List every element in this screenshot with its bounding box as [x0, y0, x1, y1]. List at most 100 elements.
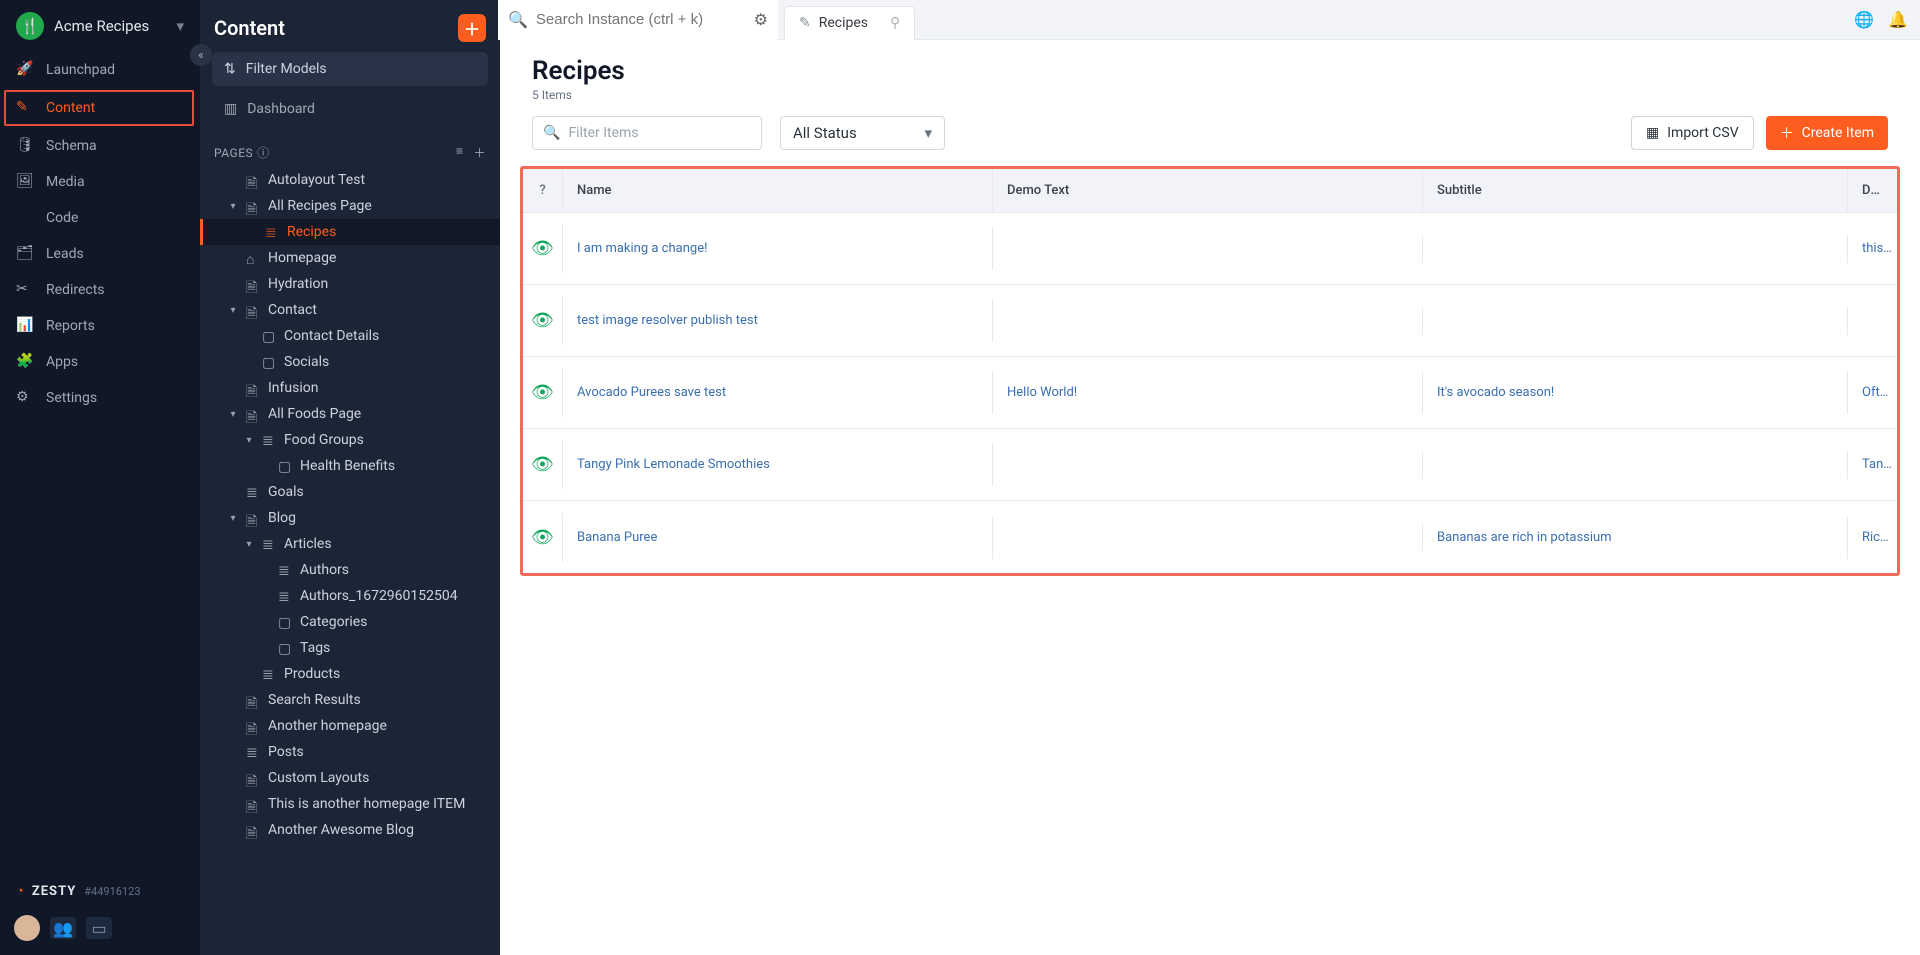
rail-item-settings[interactable]: ⚙Settings: [0, 380, 200, 416]
table-icon: ▦: [1646, 125, 1659, 141]
tree-node[interactable]: ▢Categories: [200, 609, 500, 635]
filter-icon: ⇅: [224, 61, 236, 77]
rail-item-schema[interactable]: 🛢 Schema: [0, 128, 200, 164]
redirects-icon: ✂: [16, 281, 34, 299]
tree-node[interactable]: 🗎Hydration: [200, 271, 500, 297]
cell-description: Rich in potassiu banana is a hea: [1848, 516, 1897, 559]
list-icon: ≣: [265, 225, 279, 239]
add-content-button[interactable]: ＋: [458, 14, 486, 42]
eye-icon: 👁: [531, 310, 554, 331]
cell-subtitle: It's avocado season!: [1423, 371, 1848, 414]
global-search[interactable]: 🔍 ⚙: [498, 0, 778, 40]
tree-node[interactable]: ▾🗎All Foods Page: [200, 401, 500, 427]
reports-icon: 📊: [16, 317, 34, 335]
tree-label: Authors_1672960152504: [300, 588, 458, 604]
tree-label: Infusion: [268, 380, 318, 396]
rail-item-redirects[interactable]: ✂Redirects: [0, 272, 200, 308]
rail-item-reports[interactable]: 📊Reports: [0, 308, 200, 344]
tree-node[interactable]: ▾≣Articles: [200, 531, 500, 557]
tree-node[interactable]: ▾🗎All Recipes Page: [200, 193, 500, 219]
tree-label: Contact: [268, 302, 317, 318]
tree-node[interactable]: 🗎This is another homepage ITEM: [200, 791, 500, 817]
rail-item-apps[interactable]: 🧩Apps: [0, 344, 200, 380]
media-icon: 🖼: [16, 173, 34, 191]
pages-label: PAGES: [214, 146, 253, 160]
list-icon: ≣: [246, 485, 260, 499]
pin-icon[interactable]: ⚲: [890, 15, 900, 31]
filter-placeholder: Filter Items: [568, 125, 638, 141]
import-csv-button[interactable]: ▦ Import CSV: [1631, 116, 1754, 150]
tree-node[interactable]: ≣Recipes: [200, 219, 500, 245]
tree-node[interactable]: ▾🗎Blog: [200, 505, 500, 531]
content-tree-panel: Content ＋ ⇅ Filter Models ▥ Dashboard PA…: [200, 0, 500, 955]
status-select[interactable]: All Status ▾: [780, 116, 945, 150]
tree-label: Products: [284, 666, 340, 682]
rail-item-leads[interactable]: 🗂Leads: [0, 236, 200, 272]
open-tab-recipes[interactable]: ✎ Recipes ⚲: [784, 6, 915, 40]
cell-subtitle: Bananas are rich in potassium: [1423, 516, 1848, 559]
tree-node[interactable]: ≣Authors_1672960152504: [200, 583, 500, 609]
col-name-header[interactable]: Name: [563, 169, 993, 212]
tree-node[interactable]: ≣Goals: [200, 479, 500, 505]
dashboard-link[interactable]: ▥ Dashboard: [212, 92, 488, 126]
help-icon[interactable]: ?: [539, 183, 545, 198]
tab-label: Recipes: [819, 15, 868, 31]
users-chip-icon[interactable]: 👥: [50, 917, 76, 939]
item-count: 5 Items: [532, 88, 1888, 102]
filter-items-input[interactable]: 🔍 Filter Items: [532, 116, 762, 150]
tree-label: Another Awesome Blog: [268, 822, 414, 838]
filter-models-button[interactable]: ⇅ Filter Models: [212, 52, 488, 86]
docs-chip-icon[interactable]: ▭: [86, 917, 112, 939]
doc-icon: 🗎: [246, 199, 260, 213]
col-demo-header[interactable]: Demo Text: [993, 169, 1423, 212]
tree-node[interactable]: 🗎Another homepage: [200, 713, 500, 739]
tree-node[interactable]: ▢Health Benefits: [200, 453, 500, 479]
schema-icon: 🛢: [16, 137, 34, 155]
rail-item-launchpad[interactable]: 🚀Launchpad: [0, 52, 200, 88]
bell-icon[interactable]: 🔔: [1888, 10, 1908, 29]
tree-node[interactable]: 🗎Search Results: [200, 687, 500, 713]
row-status: 👁: [523, 224, 563, 273]
rail-item-media[interactable]: 🖼Media: [0, 164, 200, 200]
col-description-header[interactable]: Description: [1848, 169, 1897, 212]
rail-label: Schema: [46, 138, 97, 154]
rail-item-code[interactable]: Code: [0, 200, 200, 236]
tree-label: Authors: [300, 562, 349, 578]
tree-node[interactable]: ▢Contact Details: [200, 323, 500, 349]
tree-node[interactable]: ▢Tags: [200, 635, 500, 661]
cell-name: I am making a change!: [563, 227, 993, 270]
tree-node[interactable]: ⌂Homepage: [200, 245, 500, 271]
tree-node[interactable]: 🗎Autolayout Test: [200, 167, 500, 193]
tree-node[interactable]: ▾≣Food Groups: [200, 427, 500, 453]
sliders-icon[interactable]: ⚙: [754, 10, 768, 29]
instance-name: Acme Recipes: [54, 17, 149, 35]
create-item-button[interactable]: ＋ Create Item: [1766, 116, 1888, 150]
tree-node[interactable]: ≣Authors: [200, 557, 500, 583]
table-row[interactable]: 👁 Avocado Purees save test Hello World! …: [523, 357, 1897, 429]
box-icon: ▢: [262, 355, 276, 369]
globe-icon[interactable]: 🌐: [1854, 10, 1874, 29]
tree-node[interactable]: ▾🗎Contact: [200, 297, 500, 323]
code-icon: [16, 209, 34, 227]
table-row[interactable]: 👁 test image resolver publish test: [523, 285, 1897, 357]
table-row[interactable]: 👁 I am making a change! this is the desc…: [523, 213, 1897, 285]
add-page-icon[interactable]: ＋: [473, 144, 486, 161]
list-toggle-icon[interactable]: ≡: [456, 144, 464, 161]
tree-node[interactable]: 🗎Another Awesome Blog: [200, 817, 500, 843]
search-input[interactable]: [536, 11, 746, 28]
tree-node[interactable]: ≣Posts: [200, 739, 500, 765]
instance-switcher[interactable]: 🍴 Acme Recipes ▾: [0, 0, 200, 52]
zesty-logo-icon: ◔: [16, 883, 24, 899]
tree-node[interactable]: 🗎Custom Layouts: [200, 765, 500, 791]
tree-node[interactable]: ▢Socials: [200, 349, 500, 375]
collapse-rail-icon[interactable]: «: [190, 44, 212, 66]
tree-node[interactable]: 🗎Infusion: [200, 375, 500, 401]
user-avatar[interactable]: [14, 915, 40, 941]
col-subtitle-header[interactable]: Subtitle: [1423, 169, 1848, 212]
chevron-down-icon: ▾: [176, 17, 184, 35]
rail-item-content[interactable]: ✎Content: [4, 90, 194, 126]
tree-node[interactable]: ≣Products: [200, 661, 500, 687]
table-row[interactable]: 👁 Banana Puree Bananas are rich in potas…: [523, 501, 1897, 573]
cell-description: Tangy, pink and with this light n': [1848, 443, 1897, 486]
table-row[interactable]: 👁 Tangy Pink Lemonade Smoothies Tangy, p…: [523, 429, 1897, 501]
